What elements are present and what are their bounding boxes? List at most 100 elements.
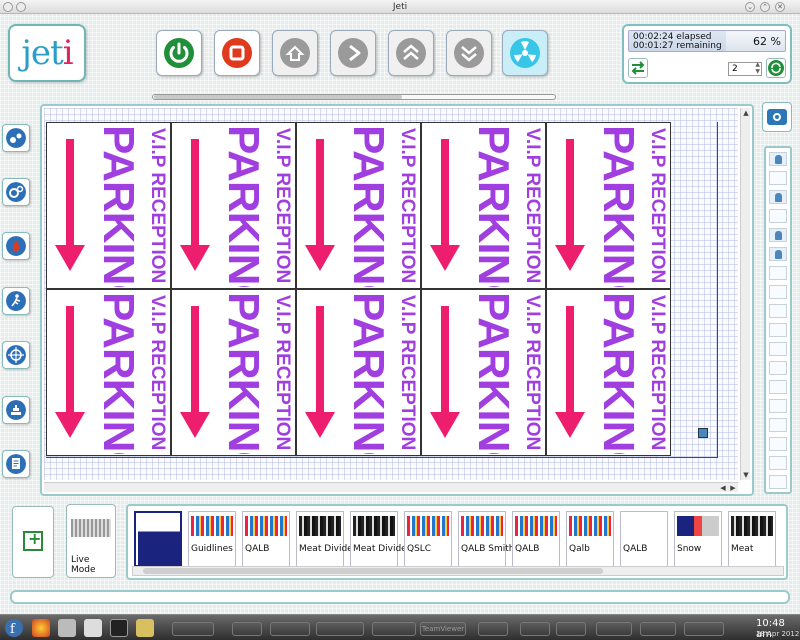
jump-button[interactable] [502,30,548,76]
job-queue-slot[interactable] [769,228,787,242]
swap-button[interactable] [628,58,648,78]
home-button[interactable] [272,30,318,76]
camera-button[interactable] [762,102,792,132]
print-tile[interactable]: PARKING V.I.P RECEPTION [546,122,671,289]
media-grid[interactable]: PARKING V.I.P RECEPTION PARKING V.I.P RECEP… [44,108,738,480]
job-thumbnail[interactable]: Guidlines [188,511,236,567]
minimize-icon[interactable]: ⌄ [745,2,755,12]
wand-icon[interactable] [136,619,154,637]
taskbar-task[interactable] [684,622,724,636]
add-job-button[interactable] [12,506,54,578]
job-queue-slot[interactable] [769,342,787,356]
job-queue-slot[interactable] [769,361,787,375]
job-thumbnail-strip[interactable]: Guidlines QALB Meat Dividers Meat Dividers Q… [126,504,788,580]
scroll-left-icon[interactable]: ◀ [718,483,728,493]
print-tile[interactable]: PARKING V.I.P RECEPTION [46,122,171,289]
taskbar-task[interactable] [556,622,586,636]
print-tile[interactable]: PARKING V.I.P RECEPTION [171,289,296,456]
scroll-down-icon[interactable]: ▼ [741,470,751,480]
job-queue-slot[interactable] [769,475,787,489]
keep-above-icon[interactable] [16,2,26,12]
job-queue-slot[interactable] [769,456,787,470]
job-queue-slot[interactable] [769,285,787,299]
job-thumbnail[interactable]: Meat Dividers [296,511,361,567]
job-queue-slot[interactable] [769,266,787,280]
power-button[interactable] [156,30,202,76]
job-queue-list[interactable] [764,146,792,494]
job-queue-slot[interactable] [769,399,787,413]
copies-spinbox[interactable]: 2 ▲ ▼ [728,61,762,76]
job-thumbnail[interactable]: Snow [674,511,722,567]
job-thumbnail[interactable]: QALB [620,511,668,567]
job-thumbnail[interactable]: Meat [728,511,776,567]
job-queue-slot[interactable] [769,323,787,337]
position-slider-thumb[interactable] [154,95,402,99]
sidebar-settings-button[interactable] [2,178,30,206]
job-queue-slot[interactable] [769,171,787,185]
kde-start-icon[interactable]: f [4,618,24,638]
job-thumbnail[interactable]: QALB Smiths [458,511,519,567]
media-origin-icon[interactable] [698,428,708,438]
refresh-button[interactable] [766,58,786,78]
print-tile[interactable]: PARKING V.I.P RECEPTION [546,289,671,456]
sidebar-ink-button[interactable] [2,124,30,152]
job-thumbnail[interactable]: QALB [512,511,560,567]
taskbar-task[interactable] [316,622,364,636]
print-sheet[interactable]: PARKING V.I.P RECEPTION PARKING V.I.P RECEP… [46,122,718,458]
files-icon[interactable] [84,619,102,637]
thumbnail-scrollbar-thumb[interactable] [143,568,603,574]
sidebar-target-button[interactable] [2,341,30,369]
scroll-up-icon[interactable]: ▲ [741,108,751,118]
taskbar-task[interactable] [520,622,550,636]
canvas-vertical-scrollbar[interactable]: ▲ ▼ [740,108,750,480]
job-thumbnail[interactable]: Qalb [566,511,614,567]
print-tile[interactable]: PARKING V.I.P RECEPTION [421,122,546,289]
taskbar-task[interactable]: TeamViewer [420,622,466,636]
taskbar-task[interactable] [596,622,632,636]
taskbar-task[interactable] [478,622,508,636]
tools-icon[interactable] [58,619,76,637]
close-icon[interactable]: ✕ [775,2,785,12]
print-tile[interactable]: PARKING V.I.P RECEPTION [296,289,421,456]
job-queue-slot[interactable] [769,247,787,261]
job-thumbnail[interactable] [134,511,182,567]
spin-down-icon[interactable]: ▼ [755,68,760,75]
play-button[interactable] [330,30,376,76]
scroll-right-icon[interactable]: ▶ [728,483,738,493]
job-queue-slot[interactable] [769,304,787,318]
job-thumbnail[interactable]: QALB [242,511,290,567]
taskbar-task[interactable] [172,622,214,636]
spin-up-icon[interactable]: ▲ [755,61,760,68]
sidebar-document-button[interactable] [2,450,30,478]
move-down-button[interactable] [446,30,492,76]
live-mode-card[interactable]: Live Mode [66,504,116,578]
job-thumbnail[interactable]: Meat Dividers [350,511,415,567]
print-canvas[interactable]: PARKING V.I.P RECEPTION PARKING V.I.P RECEP… [40,104,754,496]
taskbar-task[interactable] [270,622,310,636]
job-queue-slot[interactable] [769,437,787,451]
stop-button[interactable] [214,30,260,76]
print-tile[interactable]: PARKING V.I.P RECEPTION [46,289,171,456]
browser-icon[interactable] [32,619,50,637]
job-queue-slot[interactable] [769,380,787,394]
job-queue-slot[interactable] [769,209,787,223]
clock-date[interactable]: 18 Apr 2012 [756,630,799,638]
move-up-button[interactable] [388,30,434,76]
taskbar-task[interactable] [372,622,416,636]
sidebar-run-button[interactable] [2,287,30,315]
window-menu-icon[interactable] [3,2,13,12]
canvas-horizontal-scrollbar[interactable]: ◀ ▶ [44,482,738,492]
job-queue-slot[interactable] [769,418,787,432]
taskbar-task[interactable] [640,622,676,636]
job-thumbnail[interactable]: QSLC [404,511,452,567]
thumbnail-scrollbar[interactable] [132,566,784,576]
terminal-icon[interactable] [110,619,128,637]
print-tile[interactable]: PARKING V.I.P RECEPTION [296,122,421,289]
maximize-icon[interactable]: ⌃ [760,2,770,12]
taskbar-task[interactable] [232,622,262,636]
sidebar-stack-button[interactable] [2,396,30,424]
sidebar-maintenance-button[interactable] [2,232,30,260]
job-queue-slot[interactable] [769,190,787,204]
job-queue-slot[interactable] [769,152,787,166]
print-tile[interactable]: PARKING V.I.P RECEPTION [171,122,296,289]
